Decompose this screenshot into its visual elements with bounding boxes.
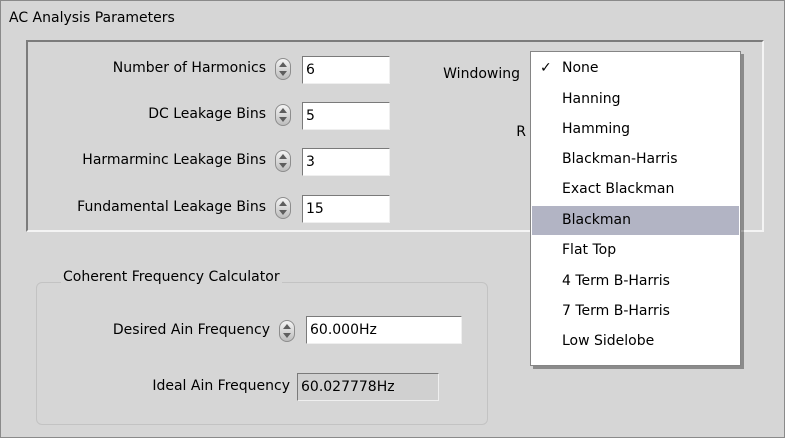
fundamental-leakage-spinner[interactable] bbox=[275, 197, 291, 219]
menu-item-blackman[interactable]: Blackman bbox=[532, 206, 739, 235]
coherent-frequency-group bbox=[36, 282, 488, 425]
desired-frequency-input[interactable]: 60.000Hz bbox=[306, 316, 462, 344]
menu-item-flat-top[interactable]: Flat Top bbox=[532, 236, 739, 265]
menu-item-hanning[interactable]: Hanning bbox=[532, 85, 739, 114]
windowing-label: Windowing bbox=[443, 66, 520, 82]
section-title: AC Analysis Parameters bbox=[9, 10, 175, 26]
increment-arrow-icon[interactable] bbox=[279, 154, 287, 159]
ideal-frequency-display: 60.027778Hz bbox=[297, 373, 439, 401]
fundamental-leakage-label: Fundamental Leakage Bins bbox=[77, 199, 266, 215]
desired-frequency-spinner[interactable] bbox=[279, 320, 295, 342]
menu-item-exact-blackman[interactable]: Exact Blackman bbox=[532, 175, 739, 204]
harmonic-leakage-input[interactable]: 3 bbox=[302, 148, 390, 176]
increment-arrow-icon[interactable] bbox=[283, 324, 291, 329]
harmonics-input[interactable]: 6 bbox=[302, 56, 390, 84]
desired-frequency-label: Desired Ain Frequency bbox=[112, 322, 270, 338]
harmonics-label: Number of Harmonics bbox=[112, 60, 266, 76]
obscured-label-fragment: R bbox=[516, 124, 526, 140]
increment-arrow-icon[interactable] bbox=[279, 108, 287, 113]
menu-item-blackman-harris[interactable]: Blackman-Harris bbox=[532, 145, 739, 174]
decrement-arrow-icon[interactable] bbox=[283, 333, 291, 338]
menu-item-7-term-b-harris[interactable]: 7 Term B-Harris bbox=[532, 297, 739, 326]
increment-arrow-icon[interactable] bbox=[279, 201, 287, 206]
decrement-arrow-icon[interactable] bbox=[279, 71, 287, 76]
calculator-title: Coherent Frequency Calculator bbox=[61, 269, 282, 285]
dc-leakage-spinner[interactable] bbox=[275, 104, 291, 126]
dc-leakage-input[interactable]: 5 bbox=[302, 102, 390, 130]
increment-arrow-icon[interactable] bbox=[279, 62, 287, 67]
fundamental-leakage-input[interactable]: 15 bbox=[302, 195, 390, 223]
harmonics-spinner[interactable] bbox=[275, 58, 291, 80]
windowing-dropdown-menu[interactable]: ✓ None Hanning Hamming Blackman-Harris E… bbox=[530, 51, 741, 366]
ideal-frequency-label: Ideal Ain Frequency bbox=[152, 378, 290, 394]
menu-item-none[interactable]: ✓ None bbox=[532, 54, 739, 83]
decrement-arrow-icon[interactable] bbox=[279, 163, 287, 168]
menu-item-hamming[interactable]: Hamming bbox=[532, 115, 739, 144]
checkmark-icon: ✓ bbox=[540, 60, 552, 76]
harmonic-leakage-label: Harmarminc Leakage Bins bbox=[82, 152, 266, 168]
decrement-arrow-icon[interactable] bbox=[279, 210, 287, 215]
menu-item-4-term-b-harris[interactable]: 4 Term B-Harris bbox=[532, 267, 739, 296]
decrement-arrow-icon[interactable] bbox=[279, 117, 287, 122]
dc-leakage-label: DC Leakage Bins bbox=[148, 106, 266, 122]
harmonic-leakage-spinner[interactable] bbox=[275, 150, 291, 172]
menu-item-low-sidelobe[interactable]: Low Sidelobe bbox=[532, 327, 739, 356]
